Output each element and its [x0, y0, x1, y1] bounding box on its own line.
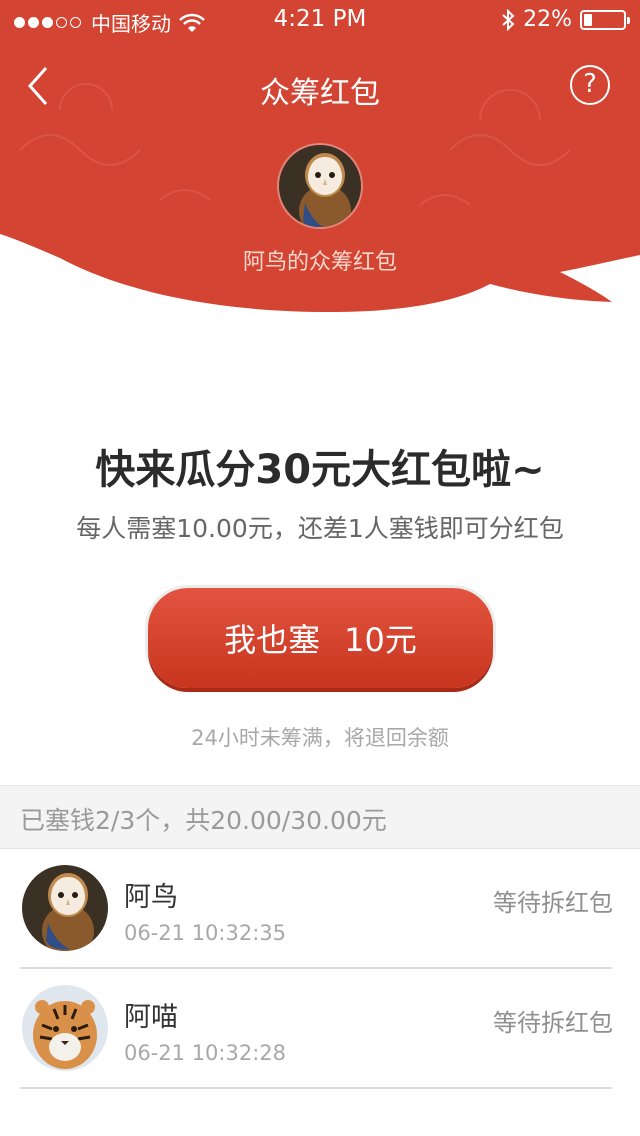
participant-time: 06-21 10:32:35 [124, 921, 287, 945]
participant-status: 等待拆红包 [493, 1009, 613, 1037]
headline: 快来瓜分30元大红包啦~ [95, 447, 545, 493]
participant-status: 等待拆红包 [493, 889, 613, 917]
join-contribute-button[interactable]: 我也塞 10元 [148, 588, 493, 688]
battery-percent: 22% [523, 7, 572, 32]
status-bar: 中国移动 4:21 PM 22% [0, 0, 640, 40]
bluetooth-icon [502, 8, 515, 31]
battery-level [584, 13, 592, 26]
subtitle: 每人需塞10.00元，还差1人塞钱即可分红包 [76, 514, 564, 543]
host-caption: 阿鸟的众筹红包 [242, 250, 397, 275]
page-title: 众筹红包 [260, 76, 380, 111]
list-item[interactable]: 阿喵 06-21 10:32:28 等待拆红包 [0, 969, 640, 1089]
participant-list: 阿鸟 06-21 10:32:35 等待拆红包 阿喵 06-21 10:32:2… [0, 849, 640, 1089]
navigation-bar: 众筹红包 ? [0, 56, 640, 116]
help-button[interactable]: ? [570, 65, 610, 105]
divider [20, 1087, 612, 1089]
contribution-summary-bar: 已塞钱2/3个，共20.00/30.00元 [0, 785, 640, 849]
battery-icon [580, 9, 630, 30]
join-button-amount: 10元 [344, 621, 417, 659]
owl-avatar-image [279, 145, 361, 227]
participant-name: 阿喵 [124, 1002, 178, 1033]
refund-note: 24小时未筹满，将退回余额 [191, 726, 449, 750]
participant-avatar [22, 865, 108, 951]
list-item[interactable]: 阿鸟 06-21 10:32:35 等待拆红包 [0, 849, 640, 969]
join-button-action: 我也塞 [224, 621, 321, 659]
contribution-summary: 已塞钱2/3个，共20.00/30.00元 [20, 806, 387, 835]
participant-name: 阿鸟 [124, 882, 178, 913]
host-avatar [277, 143, 363, 229]
status-right: 22% [501, 7, 630, 32]
owl-avatar-image [22, 865, 108, 951]
participant-avatar [22, 985, 108, 1071]
tiger-avatar-image [22, 985, 108, 1071]
participant-time: 06-21 10:32:28 [124, 1041, 287, 1065]
